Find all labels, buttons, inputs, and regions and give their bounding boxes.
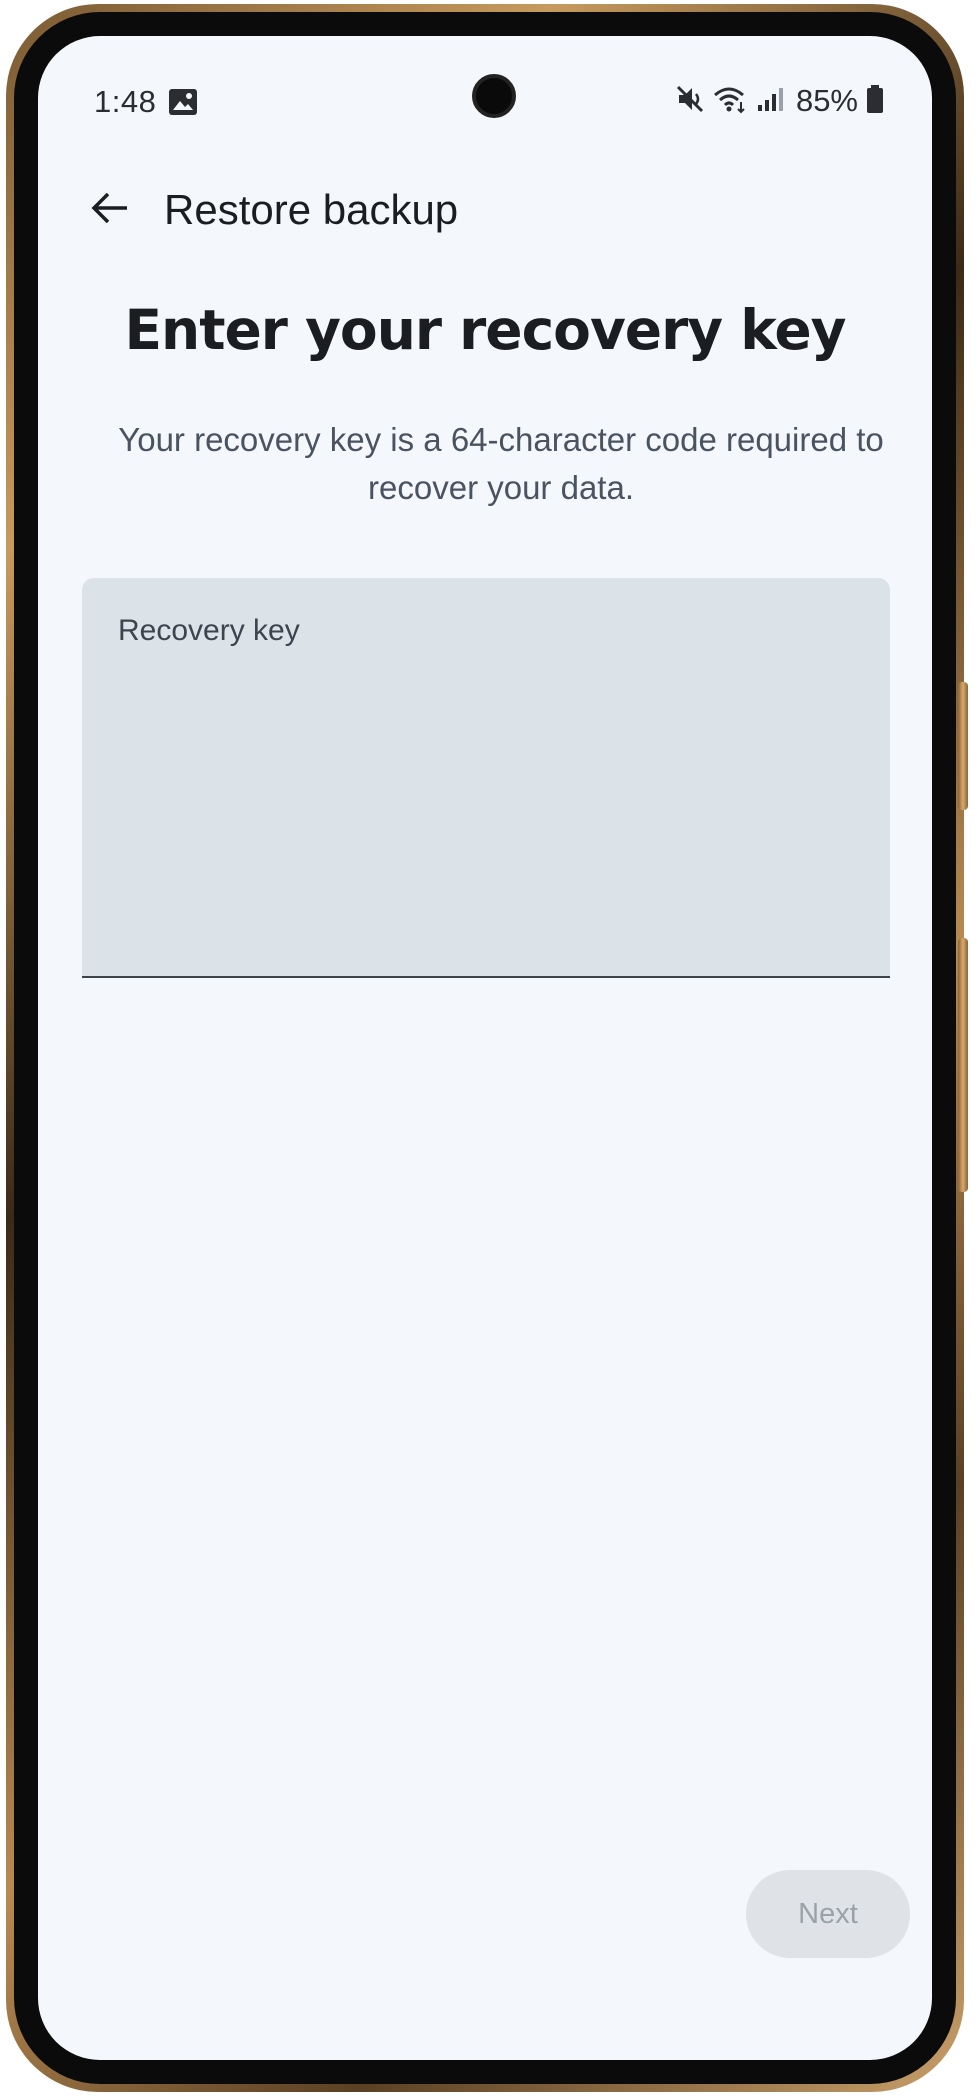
top-app-bar: Restore backup <box>38 156 932 266</box>
wifi-icon <box>712 84 748 119</box>
signal-icon <box>756 85 784 118</box>
phone-bezel: 1:48 85% Restore backup Enter your recov… <box>14 12 956 2084</box>
page-description: Your recovery key is a 64-character code… <box>118 421 884 506</box>
gallery-icon <box>168 88 198 116</box>
page-title: Enter your recovery key <box>124 298 846 362</box>
recovery-key-input[interactable] <box>118 668 854 958</box>
status-icons: 85% <box>676 82 884 120</box>
battery-icon <box>866 84 884 119</box>
status-time: 1:48 <box>94 84 157 119</box>
arrow-back-icon <box>90 190 130 231</box>
app-bar-title: Restore backup <box>164 186 459 233</box>
status-bar: 1:48 85% <box>38 36 932 146</box>
power-button <box>958 938 968 1192</box>
volume-button <box>958 682 968 810</box>
phone-frame: 1:48 85% Restore backup Enter your recov… <box>6 4 964 2092</box>
next-button[interactable]: Next <box>746 1870 910 1958</box>
back-button[interactable] <box>74 174 146 246</box>
app-screen: 1:48 85% Restore backup Enter your recov… <box>38 36 932 2060</box>
front-camera <box>472 74 516 118</box>
battery-percent: 85% <box>795 83 858 118</box>
mute-icon <box>676 84 704 119</box>
recovery-key-label: Recovery key <box>118 614 300 647</box>
recovery-key-field[interactable]: Recovery key <box>82 578 890 978</box>
